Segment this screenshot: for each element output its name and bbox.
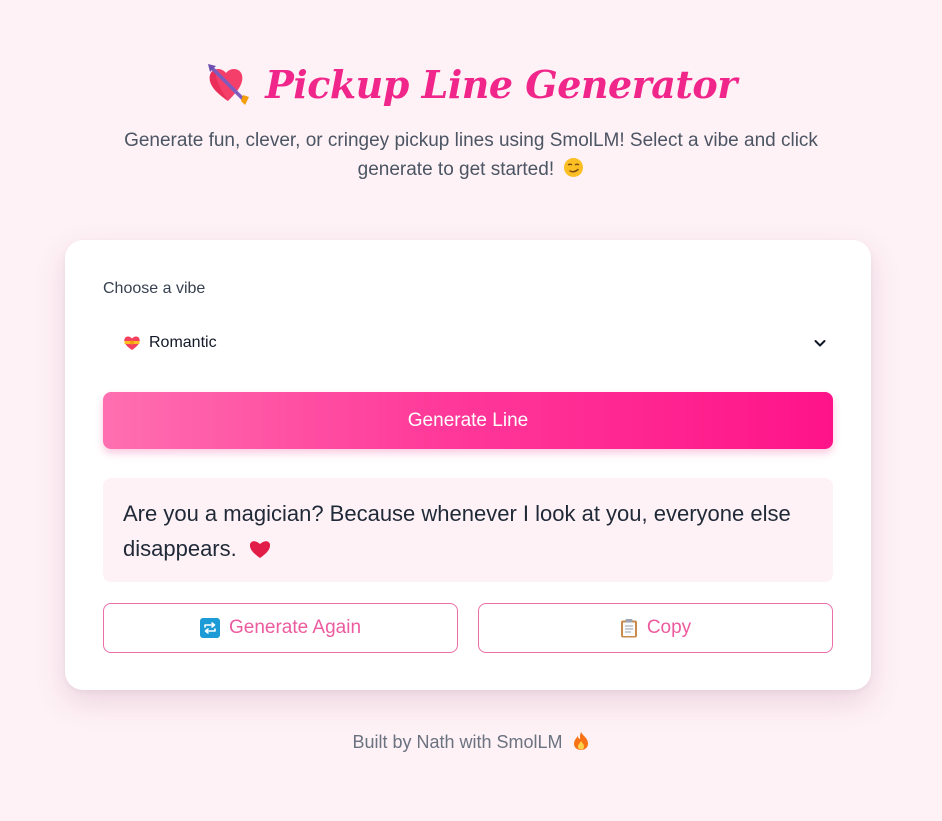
chevron-down-icon xyxy=(814,340,826,347)
result-box: Are you a magician? Because whenever I l… xyxy=(103,478,833,582)
generate-again-button[interactable]: Generate Again xyxy=(103,603,458,653)
pickup-line-text: Are you a magician? Because whenever I l… xyxy=(123,501,791,561)
generate-again-label: Generate Again xyxy=(228,617,362,638)
vibe-label: Choose a vibe xyxy=(103,280,206,297)
footer: Built by Nath with SmolLM xyxy=(0,731,942,753)
page-title: Pickup Line Generator xyxy=(265,61,737,107)
vibe-select[interactable]: Romantic xyxy=(103,326,833,360)
heart-with-arrow-icon xyxy=(208,64,250,105)
generate-line-button[interactable]: Generate Line xyxy=(103,392,833,449)
vibe-select-value: Romantic xyxy=(149,334,217,351)
red-heart-icon xyxy=(249,541,270,558)
page: Pickup Line Generator Generate fun, clev… xyxy=(0,0,942,821)
smirking-face-icon xyxy=(564,158,584,177)
subtitle-text: Generate fun, clever, or cringey pickup … xyxy=(124,130,818,180)
copy-label: Copy xyxy=(646,617,692,638)
generator-card: Choose a vibe Romantic Generate Line Are… xyxy=(65,240,871,690)
repeat-icon xyxy=(199,618,220,638)
heart-with-ribbon-icon xyxy=(124,336,140,350)
clipboard-icon xyxy=(620,619,637,638)
result-line: Are you a magician? Because whenever I l… xyxy=(123,496,803,566)
copy-button[interactable]: Copy xyxy=(478,603,833,653)
fire-icon xyxy=(573,732,588,750)
header: Pickup Line Generator Generate fun, clev… xyxy=(0,56,942,184)
footer-text: Built by Nath with SmolLM xyxy=(352,732,563,752)
title-row: Pickup Line Generator xyxy=(0,56,942,112)
page-subtitle: Generate fun, clever, or cringey pickup … xyxy=(91,126,851,184)
